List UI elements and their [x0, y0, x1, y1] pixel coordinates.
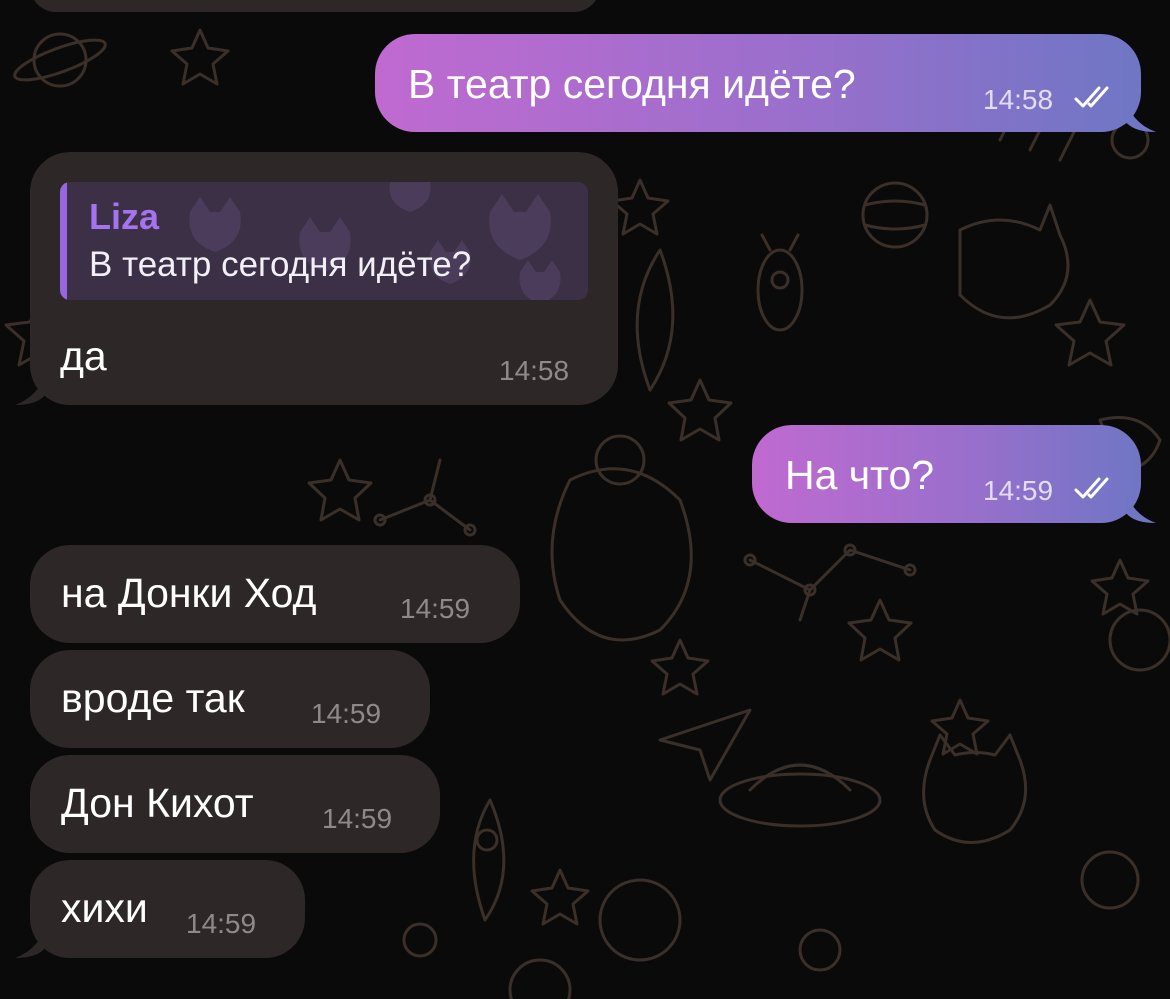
bubble-tail: [15, 375, 45, 405]
message-time: 14:59: [311, 698, 382, 729]
bubble-tail: [1126, 493, 1156, 523]
bubble-tail: [15, 928, 45, 958]
message-text: хихи: [61, 885, 148, 931]
message-bubble-incoming[interactable]: хихи 14:59: [30, 860, 305, 958]
reply-accent-bar: [60, 182, 67, 300]
message-time: 14:59: [983, 475, 1054, 506]
message-time: 14:58: [983, 84, 1054, 115]
message-bubble-incoming[interactable]: Дон Кихот 14:59: [30, 755, 440, 853]
reply-preview[interactable]: Liza В театр сегодня идёте?: [60, 182, 588, 300]
reply-text: В театр сегодня идёте?: [89, 245, 472, 284]
message-text: да: [60, 333, 107, 379]
message-bubble-incoming[interactable]: Liza В театр сегодня идёте? да 14:58: [30, 152, 618, 405]
message-bubble-incoming[interactable]: на Донки Ход 14:59: [30, 545, 520, 643]
message-text: В театр сегодня идёте?: [408, 61, 856, 107]
message-text: на Донки Ход: [61, 570, 317, 616]
message-bubble-outgoing[interactable]: В театр сегодня идёте? 14:58: [375, 34, 1141, 132]
double-check-icon: [1074, 477, 1109, 499]
bubble-tail: [1126, 102, 1156, 132]
message-time: 14:58: [499, 355, 570, 386]
message-bubble-incoming[interactable]: [30, 0, 600, 12]
message-time: 14:59: [186, 908, 257, 939]
message-bubble-incoming[interactable]: вроде так 14:59: [30, 650, 430, 748]
message-time: 14:59: [322, 803, 393, 834]
message-time: 14:59: [400, 593, 471, 624]
message-bubble-outgoing[interactable]: На что? 14:59: [752, 425, 1141, 523]
double-check-icon: [1074, 86, 1109, 108]
reply-sender: Liza: [89, 196, 160, 237]
message-text: вроде так: [61, 675, 245, 721]
message-text: Дон Кихот: [61, 780, 254, 826]
message-text: На что?: [785, 452, 935, 498]
